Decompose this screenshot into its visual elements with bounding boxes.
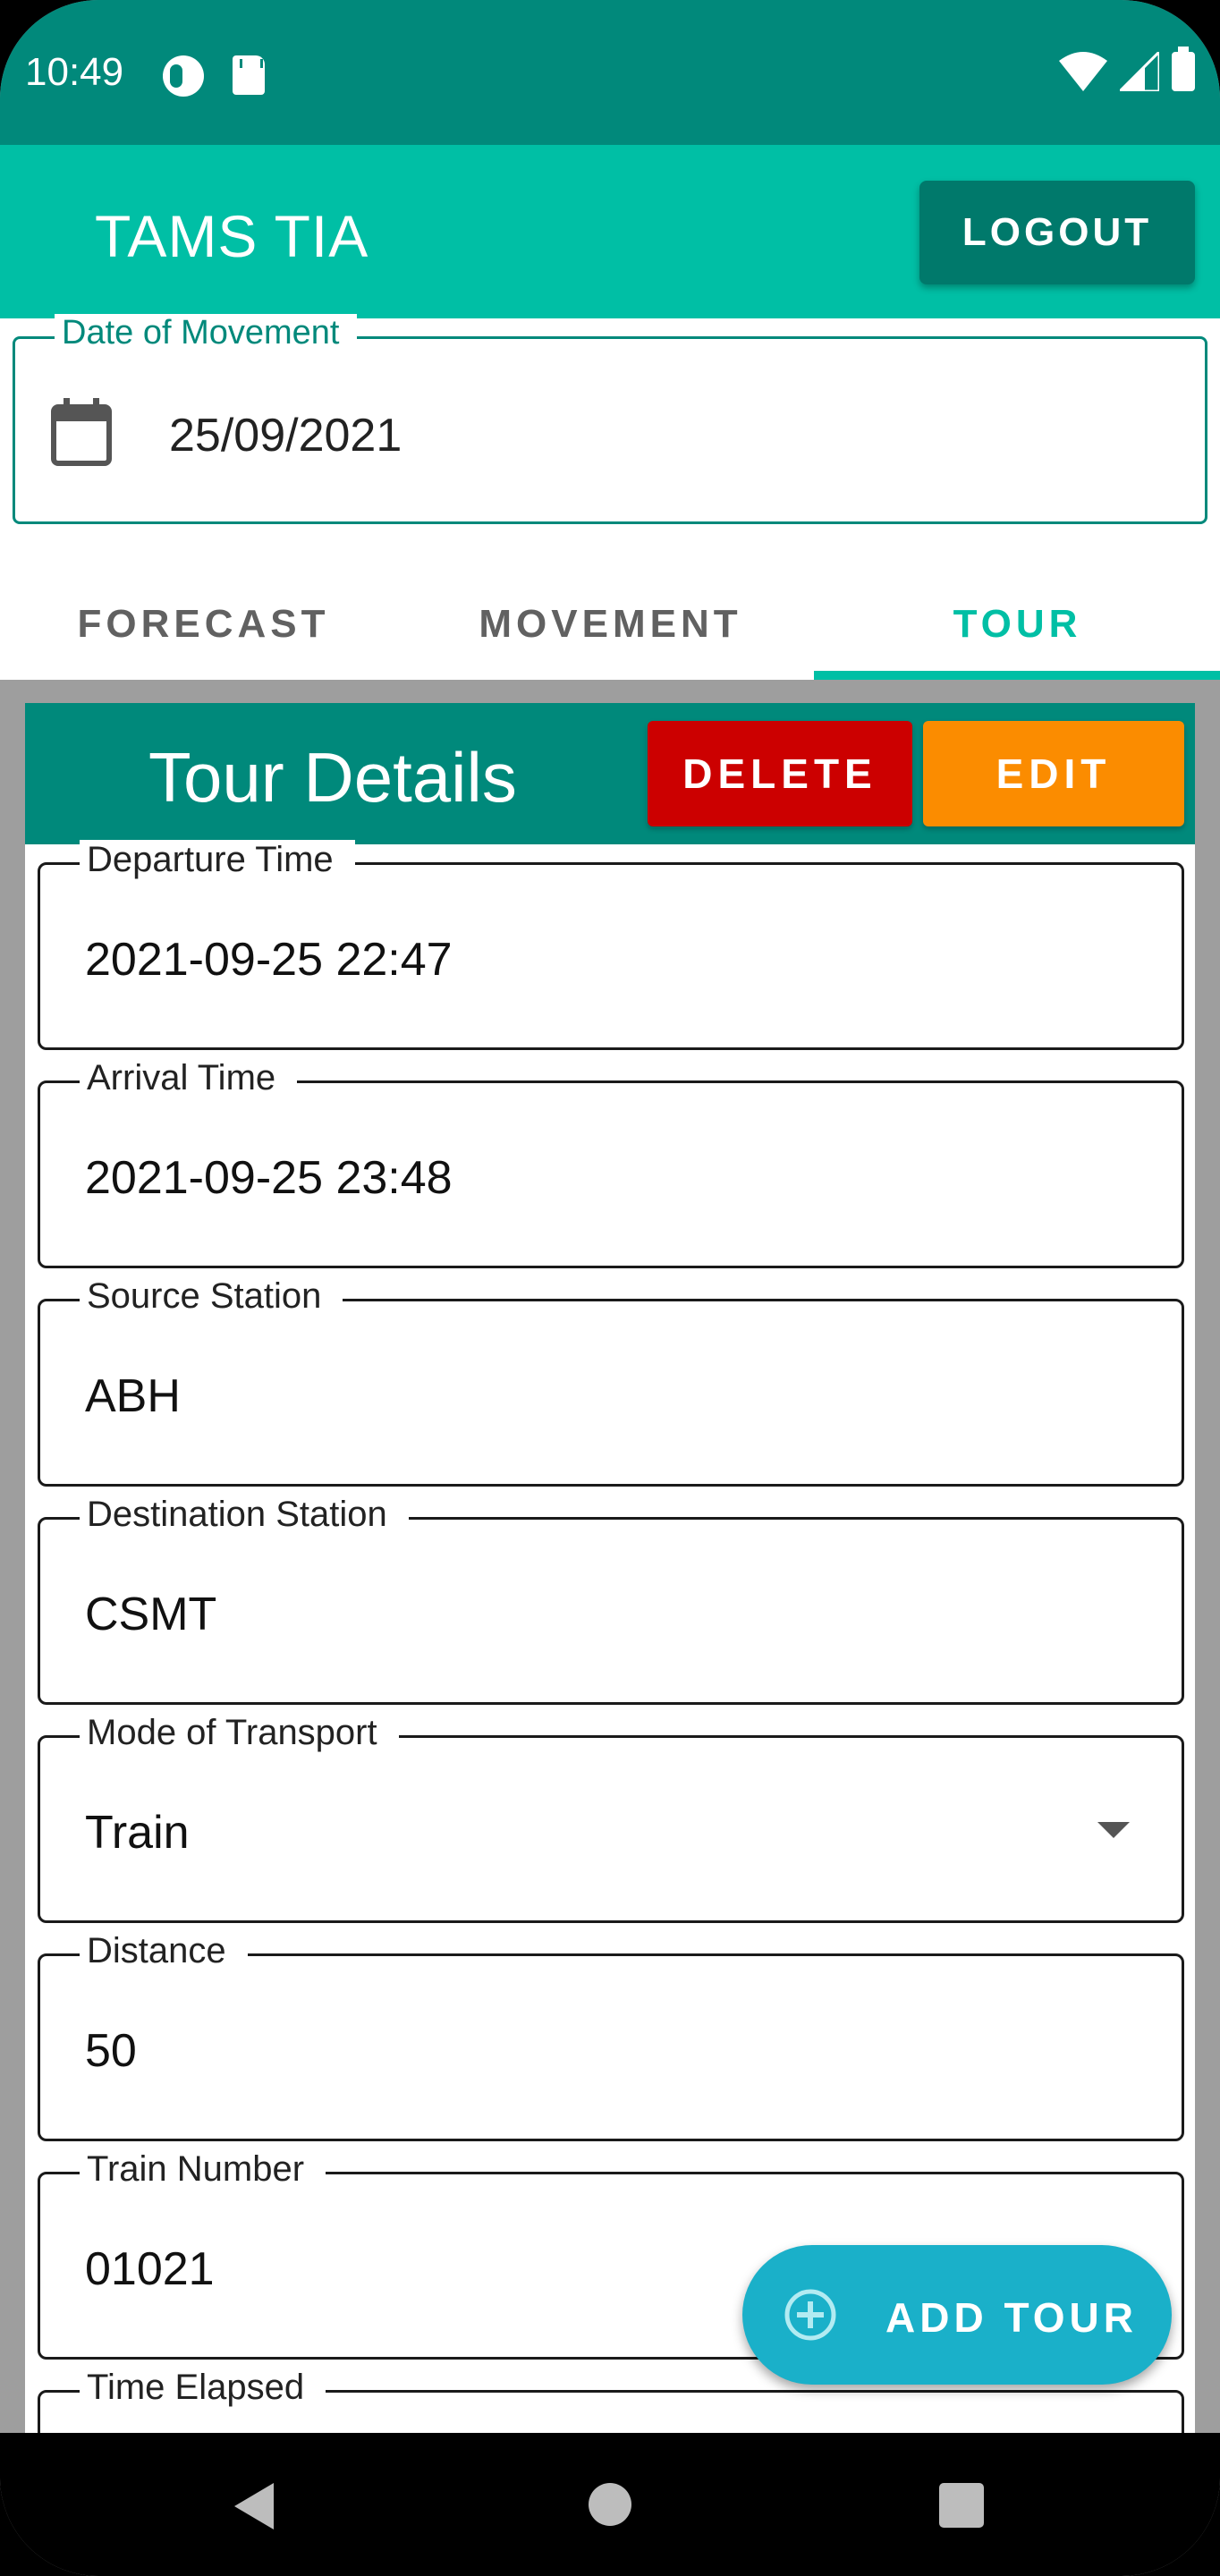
sd-card-icon [233,55,265,95]
wifi-icon [1059,52,1107,91]
logout-button[interactable]: LOGOUT [919,181,1195,284]
field-label: Time Elapsed [80,2368,326,2408]
time-elapsed-field[interactable]: Time Elapsed [38,2368,1184,2433]
app-title: TAMS TIA [95,203,369,269]
add-tour-label: ADD TOUR [885,2294,1138,2341]
add-circle-icon [784,2289,836,2341]
destination-station-field[interactable]: Destination Station CSMT [38,1495,1184,1705]
tab-movement[interactable]: MOVEMENT [407,569,814,680]
card-header: Tour Details DELETE EDIT [25,703,1195,844]
date-of-movement-field[interactable]: Date of Movement 25/09/2021 [13,314,1207,524]
back-icon [234,2483,274,2529]
field-label: Distance [80,1931,248,1971]
dropdown-arrow-icon[interactable] [1097,1822,1130,1838]
top-panel: Date of Movement 25/09/2021 FORECAST MOV… [0,314,1220,680]
field-label: Mode of Transport [80,1713,399,1753]
calendar-icon[interactable] [51,398,112,466]
status-icons [1059,47,1195,91]
status-bar: 10:49 [0,0,1220,145]
distance-field[interactable]: Distance 50 [38,1931,1184,2141]
field-label: Departure Time [80,840,355,880]
mode-of-transport-select[interactable]: Mode of Transport Train [38,1713,1184,1923]
field-value: 01021 [85,2243,215,2295]
edit-button[interactable]: EDIT [923,721,1184,826]
tab-tour[interactable]: TOUR [814,569,1220,680]
recents-icon [939,2483,984,2528]
field-value: 2021-09-25 23:48 [85,1152,453,1204]
field-value: Train [85,1807,190,1859]
tour-details-card: Tour Details DELETE EDIT Departure Time … [25,703,1195,2433]
home-button[interactable] [521,2433,699,2576]
camera-icon [163,55,204,97]
field-label: Train Number [80,2149,326,2190]
recents-button[interactable] [871,2433,1050,2576]
add-tour-button[interactable]: ADD TOUR [742,2245,1172,2385]
date-of-movement-label: Date of Movement [55,314,358,352]
navigation-bar [0,2433,1220,2576]
departure-time-field[interactable]: Departure Time 2021-09-25 22:47 [38,840,1184,1050]
battery-icon [1172,47,1195,91]
date-of-movement-value: 25/09/2021 [169,410,402,462]
source-station-field[interactable]: Source Station ABH [38,1276,1184,1487]
arrival-time-field[interactable]: Arrival Time 2021-09-25 23:48 [38,1058,1184,1268]
signal-icon [1120,52,1159,91]
back-button[interactable] [165,2433,343,2576]
card-title: Tour Details [148,738,517,817]
tab-bar: FORECAST MOVEMENT TOUR [0,569,1220,680]
field-value: 50 [85,2025,137,2077]
field-label: Source Station [80,1276,343,1317]
app-bar: TAMS TIA LOGOUT [0,145,1220,318]
tab-indicator [814,671,1220,680]
field-value: CSMT [85,1589,217,1640]
delete-button[interactable]: DELETE [648,721,912,826]
tab-forecast[interactable]: FORECAST [0,569,407,680]
field-label: Arrival Time [80,1058,298,1098]
field-value: ABH [85,1370,181,1422]
field-label: Destination Station [80,1495,409,1535]
status-time: 10:49 [25,50,124,94]
phone-screen: 10:49 TAMS TIA LOGOUT Date of Movement 2… [0,0,1220,2576]
field-value: 2021-09-25 22:47 [85,934,453,986]
home-icon [589,2483,631,2526]
